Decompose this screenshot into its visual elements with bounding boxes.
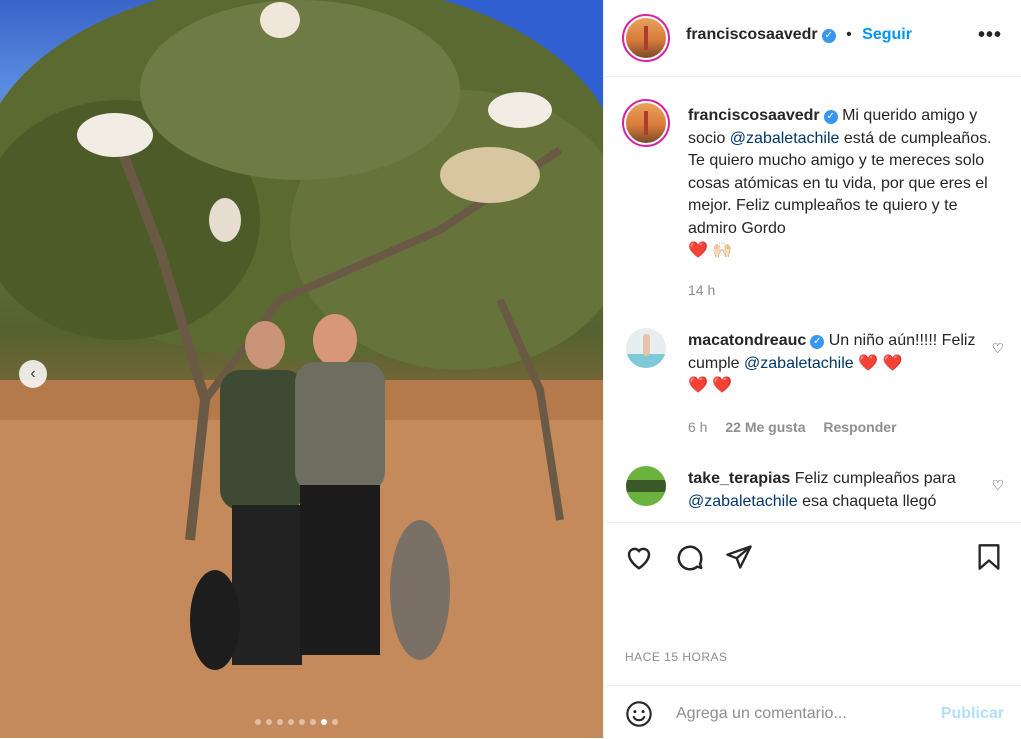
- publish-button[interactable]: Publicar: [941, 705, 1004, 723]
- carousel-dot-active: [321, 719, 327, 725]
- comment-meta: 6 h 22 Me gusta Responder: [688, 419, 911, 435]
- like-comment-heart-icon[interactable]: ♡: [991, 477, 1004, 494]
- like-heart-icon[interactable]: [624, 543, 654, 571]
- comment-username[interactable]: macatondreauc: [688, 332, 806, 349]
- caption-avatar[interactable]: [622, 99, 670, 147]
- caption-mention[interactable]: @zabaletachile: [730, 130, 840, 147]
- caption-meta: 14 h: [688, 282, 729, 298]
- carousel-dot: [332, 719, 338, 725]
- caption-time[interactable]: 14 h: [688, 282, 715, 298]
- post-username[interactable]: franciscosaavedr: [686, 26, 818, 43]
- caption-username[interactable]: franciscosaavedr: [688, 107, 820, 124]
- chevron-left-icon: ‹: [30, 365, 36, 382]
- post-header: franciscosaavedr ✓ • Seguir •••: [604, 0, 1021, 77]
- post-timestamp[interactable]: HACE 15 HORAS: [625, 650, 728, 664]
- comment-avatar[interactable]: [626, 328, 666, 368]
- avatar[interactable]: [622, 14, 670, 62]
- carousel-dot: [255, 719, 261, 725]
- post-photo[interactable]: ‹: [0, 0, 603, 738]
- comment-username[interactable]: take_terapias: [688, 470, 790, 487]
- carousel-indicator: [255, 719, 338, 725]
- comment-composer: Publicar: [604, 685, 1021, 739]
- carousel-dot: [299, 719, 305, 725]
- separator-dot: •: [846, 26, 852, 43]
- post-details-panel: franciscosaavedr ✓ • Seguir ••• francisco…: [603, 0, 1021, 738]
- more-options-icon[interactable]: •••: [978, 24, 1002, 47]
- verified-badge-icon: ✓: [821, 29, 836, 43]
- comment-input[interactable]: [674, 700, 928, 728]
- follow-button[interactable]: Seguir: [862, 26, 912, 43]
- comment-icon[interactable]: [675, 543, 705, 573]
- comment-body: Feliz cumpleaños para: [790, 470, 956, 487]
- comment-body-end: esa chaqueta llegó: [797, 492, 937, 510]
- carousel-dot: [266, 719, 272, 725]
- carousel-dot: [288, 719, 294, 725]
- share-send-icon[interactable]: [725, 543, 753, 571]
- like-comment-heart-icon[interactable]: ♡: [991, 340, 1004, 357]
- comment-likes[interactable]: 22 Me gusta: [725, 419, 805, 435]
- verified-badge-icon: ✓: [810, 335, 825, 349]
- comment-time[interactable]: 6 h: [688, 419, 707, 435]
- comment-mention[interactable]: @zabaletachile: [688, 493, 798, 510]
- save-bookmark-icon[interactable]: [976, 543, 1002, 571]
- comment-mention[interactable]: @zabaletachile: [744, 355, 854, 372]
- carousel-dot: [277, 719, 283, 725]
- emoji-icon[interactable]: [625, 700, 653, 728]
- carousel-dot: [310, 719, 316, 725]
- post-photo-illustration: [0, 0, 603, 738]
- comment-emojis: ❤️ ❤️: [858, 354, 903, 372]
- verified-badge-icon: ✓: [823, 110, 838, 124]
- comments-list[interactable]: franciscosaavedr ✓ Mi querido amigo y soc…: [604, 77, 1021, 522]
- carousel-previous-button[interactable]: ‹: [19, 360, 47, 388]
- caption-emojis: ❤️ 🙌🏻: [688, 242, 733, 259]
- comment-text: take_terapias Feliz cumpleaños para @zab…: [688, 468, 1003, 513]
- reply-button[interactable]: Responder: [823, 419, 896, 435]
- comment-avatar[interactable]: [626, 466, 666, 506]
- post-actions: [604, 522, 1021, 593]
- comment-text: macatondreauc ✓ Un niño aún!!!!! Feliz cu…: [688, 330, 1003, 398]
- comment-emojis-line2: ❤️ ❤️: [688, 377, 733, 394]
- caption-text: franciscosaavedr ✓ Mi querido amigo y soc…: [688, 105, 1003, 263]
